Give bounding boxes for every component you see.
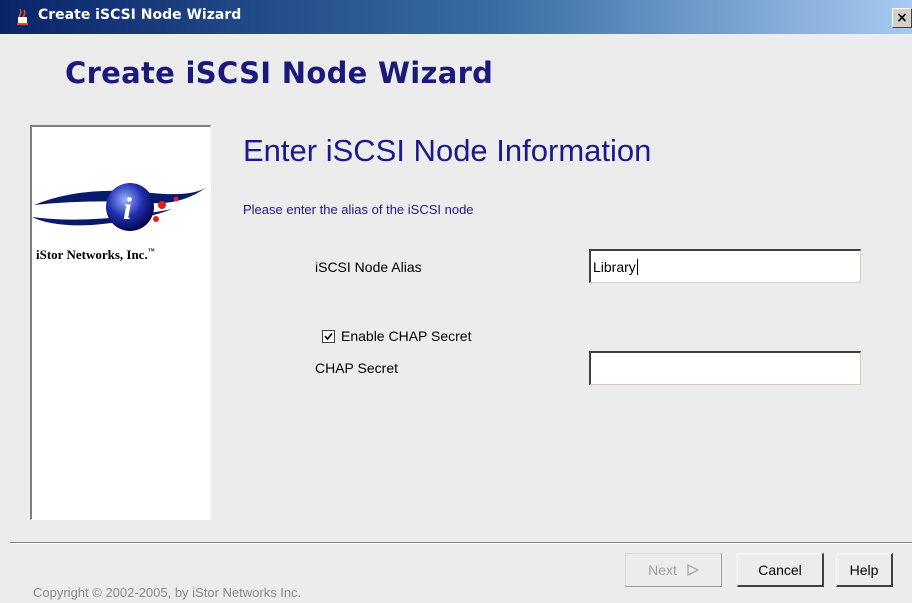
svg-text:i: i [123,190,132,226]
window-title: Create iSCSI Node Wizard [38,7,242,23]
copyright-text: Copyright © 2002-2005, by iStor Networks… [33,585,302,600]
wizard-title: Create iSCSI Node Wizard [65,56,494,90]
footer-separator [10,542,912,544]
check-icon [324,332,333,340]
alias-input[interactable]: Library [589,249,861,283]
chap-secret-input[interactable] [589,351,861,385]
enable-chap-row[interactable]: Enable CHAP Secret [322,326,471,346]
alias-label: iSCSI Node Alias [315,259,422,275]
branding-panel: i iStor Networks, Inc.™ [30,125,211,520]
next-button[interactable]: Next [625,553,722,587]
step-heading: Enter iSCSI Node Information [243,133,652,168]
cancel-button[interactable]: Cancel [737,553,824,587]
next-label: Next [648,562,677,578]
chap-secret-label: CHAP Secret [315,360,398,376]
brand-name: iStor Networks, Inc.™ [36,247,155,262]
wizard-window: Create iSCSI Node Wizard i iStor Network… [0,34,912,603]
java-cup-icon [17,8,28,25]
istor-logo-icon: i [32,183,207,231]
title-bar: Create iSCSI Node Wizard × [0,0,912,34]
triangle-right-icon [687,564,699,576]
text-caret [636,259,638,275]
help-button[interactable]: Help [836,553,893,587]
enable-chap-label: Enable CHAP Secret [341,328,472,344]
instruction-text: Please enter the alias of the iSCSI node [243,202,474,217]
close-button[interactable]: × [892,8,912,28]
enable-chap-checkbox[interactable] [322,329,335,343]
